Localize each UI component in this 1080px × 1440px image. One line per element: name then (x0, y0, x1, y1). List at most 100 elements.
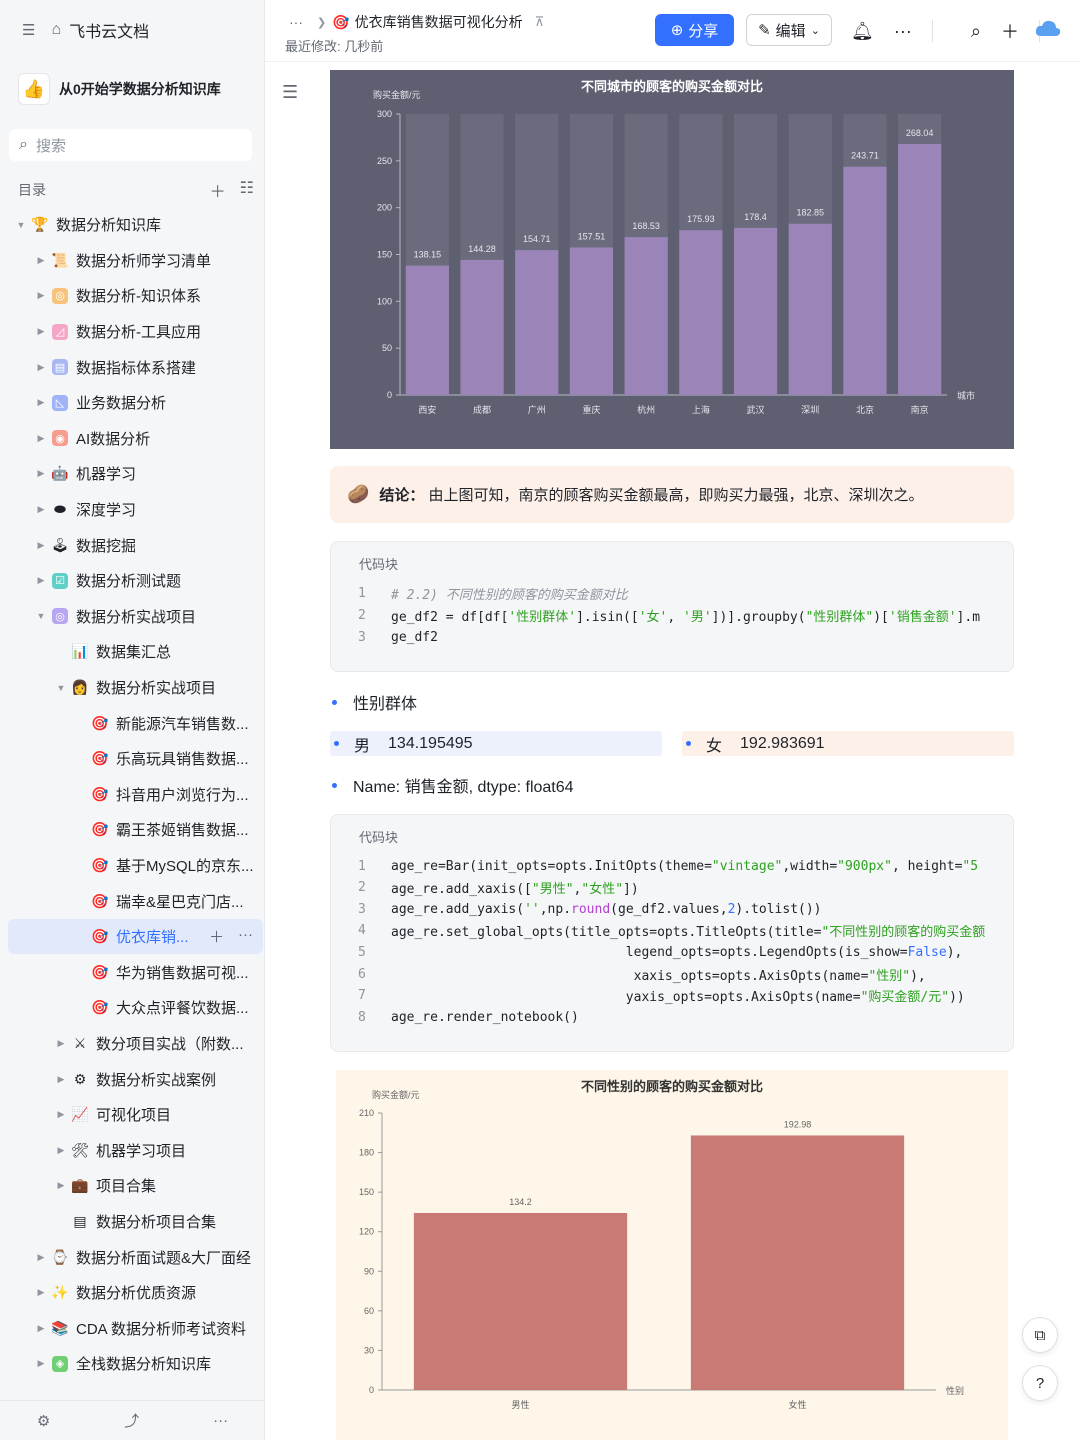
joystick-icon: 🕹 (51, 536, 69, 553)
code-block-2[interactable]: 代码块 1 age_re=Bar(init_opts=opts.InitOpts(… (330, 814, 1014, 1052)
plus-icon[interactable]: ＋ (1001, 18, 1019, 44)
caret-right-icon[interactable]: ▶ (54, 1074, 68, 1085)
caret-down-icon[interactable]: ▼ (14, 220, 28, 230)
code-text: ge_df2 (391, 629, 438, 645)
sidebar-item[interactable]: 🎯 新能源汽车销售数... (8, 705, 263, 741)
copy-doc-button[interactable]: ⧉ (1022, 1317, 1058, 1353)
caret-right-icon[interactable]: ▶ (34, 575, 48, 586)
sidebar-item[interactable]: 🎯 霸王茶姬销售数据... (8, 812, 263, 848)
sidebar-item[interactable]: ▶ 🕹 数据挖掘 (8, 527, 263, 563)
sidebar-item[interactable]: ▶ 🤖 机器学习 (8, 456, 263, 492)
sidebar-item[interactable]: 📊 数据集汇总 (8, 634, 263, 670)
caret-down-icon[interactable]: ▼ (54, 683, 68, 693)
sidebar-item[interactable]: ▶ 📚 CDA 数据分析师考试资料 (8, 1310, 263, 1346)
sidebar-item[interactable]: 🎯 抖音用户浏览行为... (8, 777, 263, 813)
line-number: 7 (358, 988, 366, 1004)
caret-right-icon[interactable]: ▶ (34, 468, 48, 479)
share-out-icon[interactable]: ⤴ (124, 1410, 139, 1431)
knowledge-base-header[interactable]: 👍 从0开始学数据分析知识库 (18, 72, 221, 106)
code-block-1[interactable]: 代码块 1 # 2.2) 不同性别的顾客的购买金额对比 2 ge_df2 = df[d… (330, 541, 1014, 672)
pin-icon[interactable]: ⊼ (535, 14, 545, 30)
sidebar-item[interactable]: ▼ ◎ 数据分析实战项目 (8, 599, 263, 635)
bar (843, 166, 887, 395)
caret-right-icon[interactable]: ▶ (34, 1287, 48, 1298)
code-block-title: 代码块 (359, 830, 399, 845)
home-icon[interactable]: ⌂ (51, 21, 61, 39)
help-button[interactable]: ? (1022, 1365, 1058, 1401)
line-number: 6 (358, 966, 366, 982)
sidebar-item[interactable]: ▶ 🛠 机器学习项目 (8, 1132, 263, 1168)
caret-right-icon[interactable]: ▶ (54, 1109, 68, 1120)
caret-right-icon[interactable]: ▶ (34, 290, 48, 301)
sidebar-item[interactable]: ▶ ◉ AI数据分析 (8, 421, 263, 457)
target-icon: 🎯 (91, 714, 109, 731)
sidebar-item-label: 机器学习 (76, 466, 137, 484)
collapse-sidebar-icon[interactable]: ☰ (22, 21, 35, 39)
more-icon[interactable]: ··· (238, 926, 253, 947)
caret-right-icon[interactable]: ▶ (34, 362, 48, 373)
sidebar-item[interactable]: ▶ 📜 数据分析师学习清单 (8, 243, 263, 279)
list-settings-icon[interactable]: ☷ (240, 178, 254, 202)
share-button[interactable]: ⊕ 分享 (655, 14, 734, 46)
caret-right-icon[interactable]: ▶ (54, 1145, 68, 1156)
caret-right-icon[interactable]: ▶ (34, 1252, 48, 1263)
outline-icon[interactable]: ☰ (282, 82, 298, 103)
add-icon[interactable]: ＋ (209, 926, 224, 947)
target-icon: 🎯 (91, 928, 109, 945)
bar (405, 265, 449, 395)
settings-icon[interactable]: ⚙ (37, 1412, 50, 1430)
x-tick-label: 重庆 (582, 404, 600, 415)
breadcrumb-more[interactable]: ··· (289, 14, 303, 30)
caret-right-icon[interactable]: ▶ (34, 397, 48, 408)
doc-title[interactable]: 优衣库销售数据可视化分析 (355, 12, 523, 32)
caret-right-icon[interactable]: ▶ (34, 504, 48, 515)
sidebar-item[interactable]: ▶ ☑ 数据分析测试题 (8, 563, 263, 599)
sidebar-item[interactable]: ▶ ◎ 数据分析-知识体系 (8, 278, 263, 314)
sidebar-item[interactable]: ▶ 📈 可视化项目 (8, 1097, 263, 1133)
caret-right-icon[interactable]: ▶ (54, 1180, 68, 1191)
sidebar-item[interactable]: ▼ 🏆 数据分析知识库 (8, 207, 263, 243)
sidebar-item[interactable]: ▶ 💼 项目合集 (8, 1168, 263, 1204)
line-number: 5 (358, 944, 366, 960)
sidebar-item[interactable]: 🎯 乐高玩具销售数据... (8, 741, 263, 777)
sidebar-item[interactable]: ▶ ▤ 数据指标体系搭建 (8, 349, 263, 385)
code-line: 4 age_re.set_global_opts(title_opts=opts.… (331, 920, 985, 942)
output-female-key: 女 (706, 737, 723, 755)
sidebar-item[interactable]: ▶ ⌚ 数据分析面试题&大厂面经 (8, 1239, 263, 1275)
cloud-icon[interactable] (1035, 18, 1061, 38)
sidebar-item[interactable]: ▼ 👩 数据分析实战项目 (8, 670, 263, 706)
caret-right-icon[interactable]: ▶ (34, 433, 48, 444)
sidebar-item[interactable]: ▶ ✨ 数据分析优质资源 (8, 1275, 263, 1311)
sidebar-item[interactable]: ▶ ⚙ 数据分析实战案例 (8, 1061, 263, 1097)
sidebar-item[interactable]: 🎯 大众点评餐饮数据... (8, 990, 263, 1026)
y-axis-label: 购买金额/元 (373, 89, 421, 100)
caret-right-icon[interactable]: ▶ (34, 1358, 48, 1369)
caret-down-icon[interactable]: ▼ (34, 611, 48, 621)
sidebar-item[interactable]: ▶ ◈ 全栈数据分析知识库 (8, 1346, 263, 1382)
sidebar-item[interactable]: 🎯 瑞幸&星巴克门店... (8, 883, 263, 919)
search-icon[interactable]: ⌕ (971, 21, 981, 42)
sidebar-item[interactable]: 🎯 华为销售数据可视... (8, 954, 263, 990)
sidebar-item[interactable]: ▶ ⬬ 深度学习 (8, 492, 263, 528)
conclusion-text: 由上图可知，南京的顾客购买金额最高，即购买力最强，北京、深圳次之。 (428, 487, 924, 504)
search-box[interactable]: ⌕ 搜索 (9, 129, 252, 161)
output-footer: Name: 销售金额, dtype: float64 (353, 779, 574, 796)
more-icon[interactable]: ··· (894, 21, 912, 42)
caret-right-icon[interactable]: ▶ (54, 1038, 68, 1049)
caret-right-icon[interactable]: ▶ (34, 255, 48, 266)
sidebar-item[interactable]: 🎯 优衣库销... ＋ ··· (8, 918, 263, 955)
caret-right-icon[interactable]: ▶ (34, 1323, 48, 1334)
sidebar-item[interactable]: ▶ ◿ 数据分析-工具应用 (8, 314, 263, 350)
edit-button[interactable]: ✎ 编辑 ⌄ (746, 14, 832, 46)
add-icon[interactable]: ＋ (210, 178, 226, 202)
sidebar-item[interactable]: ▶ ⚔ 数分项目实战（附数... (8, 1026, 263, 1062)
more-icon[interactable]: ··· (213, 1412, 228, 1429)
bell-icon[interactable]: 🔔︎ (851, 21, 874, 42)
sidebar-item[interactable]: ▶ ◺ 业务数据分析 (8, 385, 263, 421)
bar-value-label: 182.85 (796, 208, 824, 218)
sidebar-item[interactable]: 🎯 基于MySQL的京东... (8, 848, 263, 884)
sidebar-item-label: 数据分析-工具应用 (76, 324, 201, 342)
caret-right-icon[interactable]: ▶ (34, 540, 48, 551)
caret-right-icon[interactable]: ▶ (34, 326, 48, 337)
sidebar-item[interactable]: ▤ 数据分析项目合集 (8, 1204, 263, 1240)
